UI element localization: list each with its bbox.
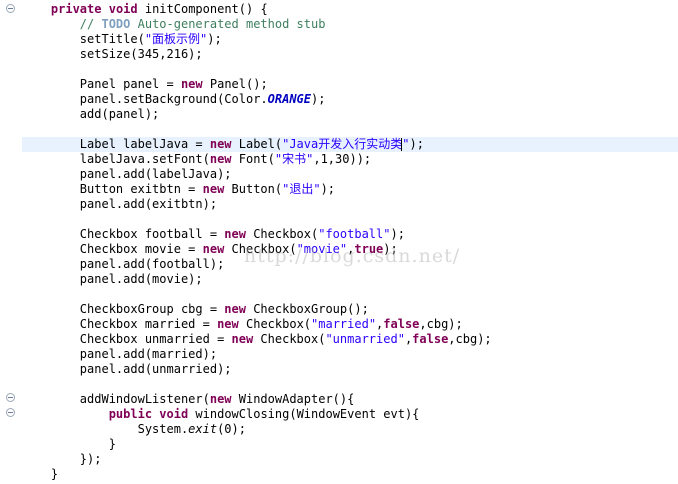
code-editor[interactable]: private void initComponent() { // TODO A…: [0, 0, 678, 484]
code-line[interactable]: Label labelJava = new Label("Java开发入行实动类…: [22, 137, 678, 152]
code-line[interactable]: Checkbox movie = new Checkbox("movie",tr…: [22, 242, 678, 257]
code-line[interactable]: }: [22, 437, 678, 452]
code-line[interactable]: panel.add(football);: [22, 257, 678, 272]
code-line[interactable]: Checkbox unmarried = new Checkbox("unmar…: [22, 332, 678, 347]
code-line[interactable]: });: [22, 452, 678, 467]
code-line[interactable]: Button exitbtn = new Button("退出");: [22, 182, 678, 197]
code-line[interactable]: labelJava.setFont(new Font("宋书",1,30));: [22, 152, 678, 167]
code-line[interactable]: panel.add(unmarried);: [22, 362, 678, 377]
code-line[interactable]: [22, 377, 678, 392]
code-line[interactable]: CheckboxGroup cbg = new CheckboxGroup();: [22, 302, 678, 317]
code-line[interactable]: [22, 122, 678, 137]
code-line[interactable]: private void initComponent() {: [22, 2, 678, 17]
code-line[interactable]: System.exit(0);: [22, 422, 678, 437]
code-line[interactable]: setTitle("面板示例");: [22, 32, 678, 47]
code-line[interactable]: // TODO Auto-generated method stub: [22, 17, 678, 32]
code-line[interactable]: add(panel);: [22, 107, 678, 122]
code-line[interactable]: panel.add(labelJava);: [22, 167, 678, 182]
code-line[interactable]: [22, 287, 678, 302]
code-line[interactable]: }: [22, 467, 678, 482]
code-line[interactable]: panel.add(exitbtn);: [22, 197, 678, 212]
code-line[interactable]: panel.setBackground(Color.ORANGE);: [22, 92, 678, 107]
code-line[interactable]: panel.add(movie);: [22, 272, 678, 287]
code-line[interactable]: [22, 212, 678, 227]
editor-gutter: [0, 0, 22, 484]
code-line[interactable]: panel.add(married);: [22, 347, 678, 362]
fold-collapse-icon[interactable]: [6, 408, 15, 417]
code-line[interactable]: setSize(345,216);: [22, 47, 678, 62]
text-caret: [401, 138, 403, 151]
code-line[interactable]: [22, 62, 678, 77]
code-line[interactable]: addWindowListener(new WindowAdapter(){: [22, 392, 678, 407]
code-line[interactable]: Checkbox football = new Checkbox("footba…: [22, 227, 678, 242]
code-line[interactable]: public void windowClosing(WindowEvent ev…: [22, 407, 678, 422]
fold-collapse-icon[interactable]: [6, 4, 15, 13]
code-line[interactable]: Checkbox married = new Checkbox("married…: [22, 317, 678, 332]
code-line[interactable]: Panel panel = new Panel();: [22, 77, 678, 92]
fold-collapse-icon[interactable]: [6, 393, 15, 402]
